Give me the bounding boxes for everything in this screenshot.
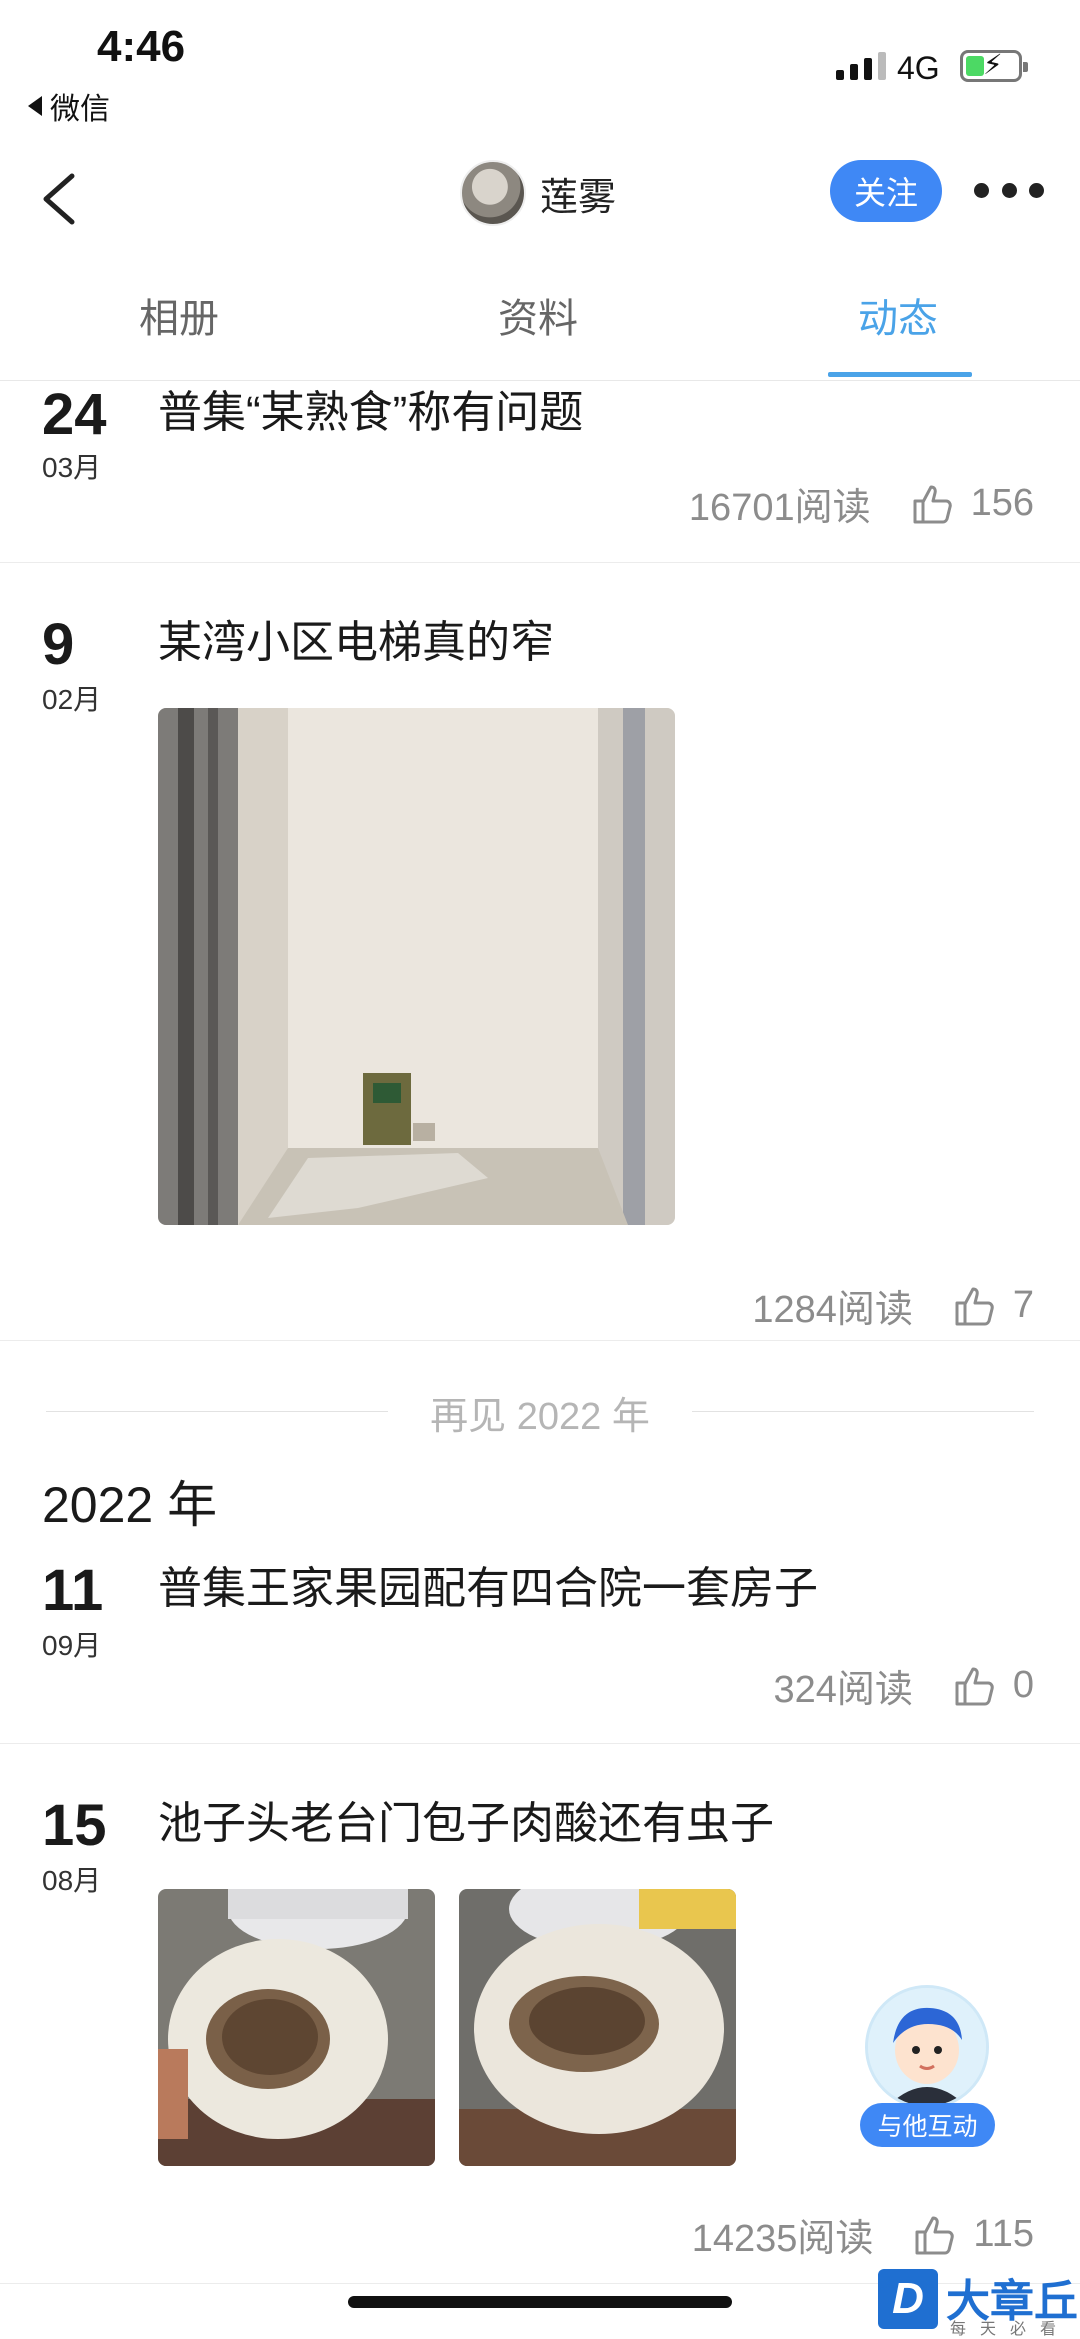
watermark-d-icon: D [878,2269,938,2329]
year-divider-label: 再见 2022 年 [430,1396,650,1438]
post-stats: 324阅读 0 [773,1658,1034,1713]
like-thumb-icon[interactable] [913,2213,957,2257]
post-day: 11 [42,1558,104,1623]
network-type: 4G [897,50,940,86]
like-count: 156 [970,482,1034,524]
interact-fab[interactable]: 与他互动 [860,1985,995,2147]
more-icon[interactable] [974,170,1044,210]
elevator-photo[interactable] [158,708,675,1225]
back-chevron-icon[interactable] [36,164,86,234]
feed-item[interactable]: 24 03月 普集“某熟食”称有问题 16701阅读 156 [0,380,1080,563]
read-count: 1284阅读 [752,1289,913,1331]
post-stats: 1284阅读 7 [752,1278,1034,1333]
tab-moments[interactable]: 动态 [798,286,998,344]
post-month: 02月 [42,684,102,715]
follow-button[interactable]: 关注 [830,160,942,222]
tab-bar: 相册 资料 动态 [0,272,1080,381]
post-title[interactable]: 某湾小区电梯真的窄 [158,606,554,670]
back-triangle-icon [28,96,42,116]
like-thumb-icon[interactable] [911,482,955,526]
bun-photo[interactable] [459,1889,736,2166]
post-month: 03月 [42,452,102,483]
interact-label: 与他互动 [860,2103,995,2147]
read-count: 14235阅读 [691,2218,874,2260]
watermark-sub: 每天必看 [950,2321,1071,2338]
status-bar: 4:46 微信 4G ⚡ [0,0,1080,140]
home-indicator[interactable] [348,2296,732,2308]
post-stats: 14235阅读 115 [692,2207,1034,2262]
watermark-logo: D 大章丘 每天必看 [878,2265,1080,2338]
battery-icon: ⚡ [960,50,1028,82]
bun-photo[interactable] [158,1889,435,2166]
post-day: 24 [42,382,107,447]
top-nav: 莲雾 关注 [0,140,1080,260]
post-month: 09月 [42,1630,102,1661]
read-count: 16701阅读 [688,487,871,529]
read-count: 324阅读 [773,1669,913,1711]
like-thumb-icon[interactable] [953,1664,997,1708]
status-time: 4:46 [97,22,186,71]
post-day: 15 [42,1793,107,1858]
active-tab-indicator [828,372,972,377]
post-title[interactable]: 普集王家果园配有四合院一套房子 [158,1552,818,1616]
avatar[interactable] [460,160,526,226]
like-count: 115 [973,2213,1034,2255]
post-stats: 16701阅读 156 [689,476,1034,531]
feed-item[interactable]: 9 02月 某湾小区电梯真的窄 1284阅读 7 [0,562,1080,1341]
signal-icon [836,52,886,80]
tab-profile[interactable]: 资料 [438,286,638,344]
cartoon-avatar-icon [865,1985,989,2109]
like-count: 7 [1012,1284,1034,1326]
back-to-app-link[interactable]: 微信 [28,84,110,128]
nickname[interactable]: 莲雾 [540,166,616,221]
post-day: 9 [42,612,75,677]
post-title[interactable]: 普集“某熟食”称有问题 [158,376,583,440]
post-month: 08月 [42,1865,102,1896]
back-app-label: 微信 [50,93,110,126]
tab-album[interactable]: 相册 [79,286,279,344]
feed-item[interactable]: 11 09月 普集王家果园配有四合院一套房子 324阅读 0 [0,1540,1080,1744]
like-count: 0 [1012,1664,1034,1706]
year-header: 2022 年 [42,1477,218,1533]
like-thumb-icon[interactable] [953,1284,997,1328]
post-title[interactable]: 池子头老台门包子肉酸还有虫子 [158,1787,774,1851]
